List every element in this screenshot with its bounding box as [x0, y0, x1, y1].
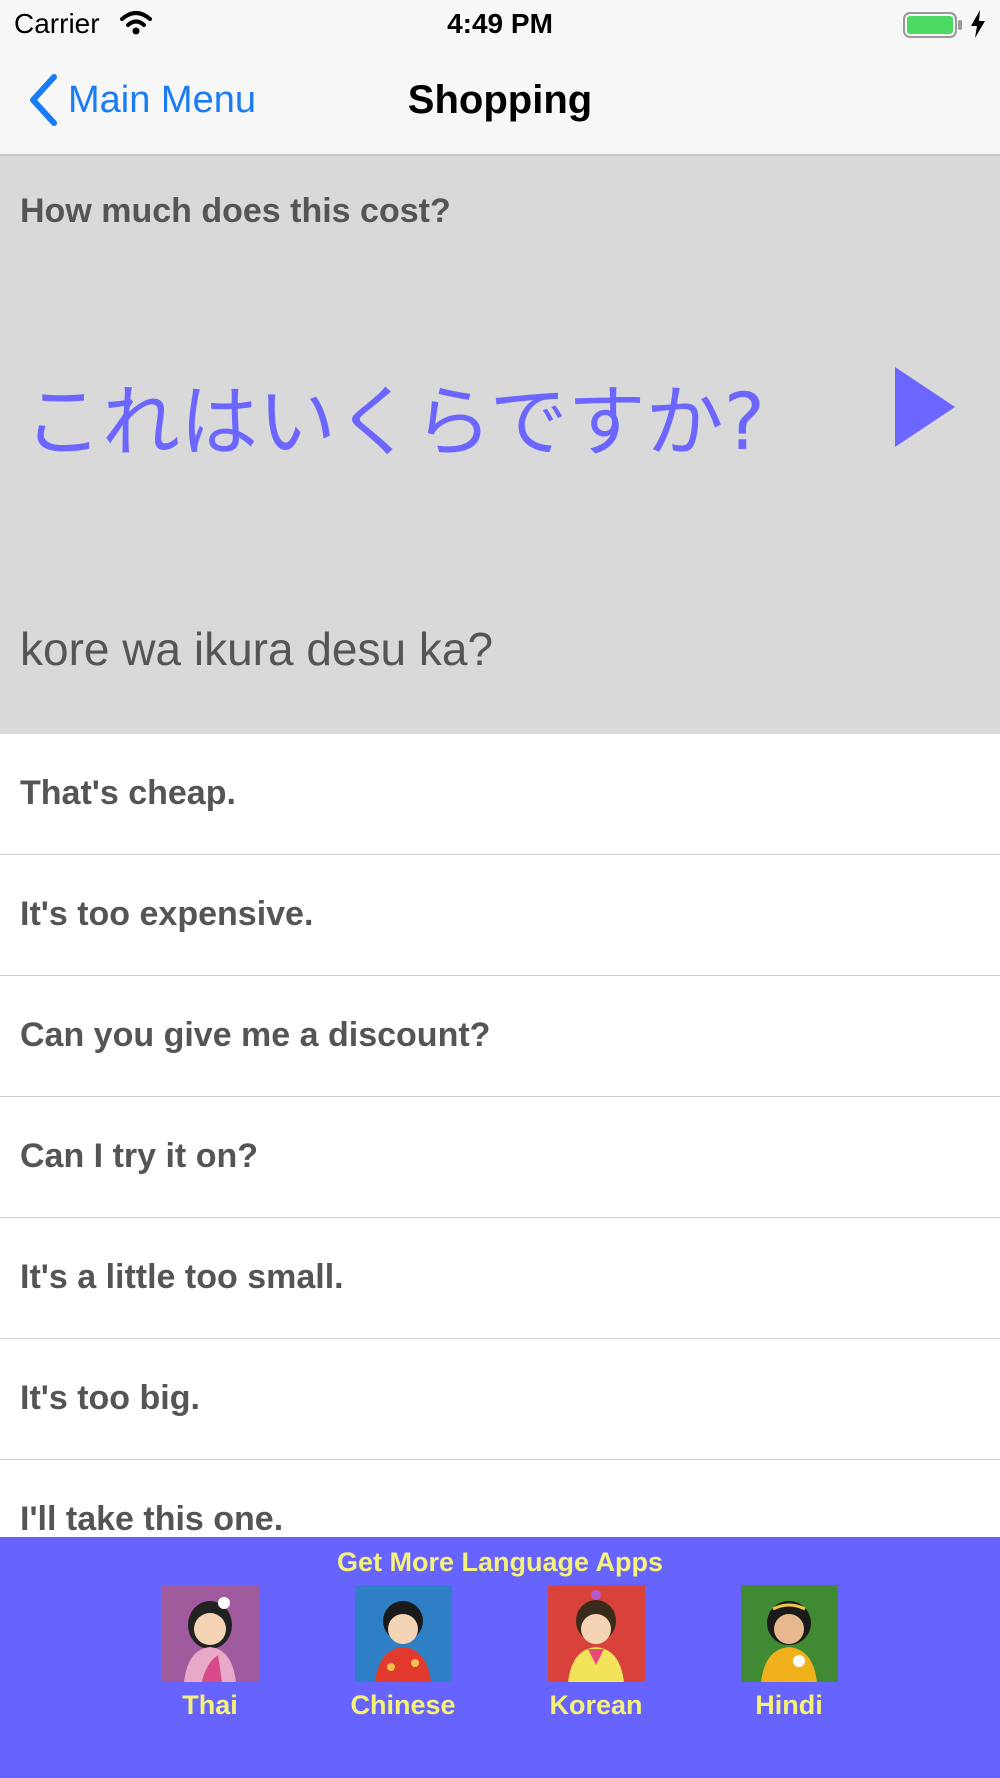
phrase-romanization: kore wa ikura desu ka?: [20, 623, 494, 675]
app-link-hindi[interactable]: Hindi: [724, 1585, 854, 1721]
list-item-label: It's too big.: [20, 1379, 200, 1417]
app-link-thai[interactable]: Thai: [145, 1585, 275, 1721]
app-label: Hindi: [755, 1690, 823, 1720]
battery-icon: [903, 12, 962, 38]
app-label: Thai: [182, 1690, 238, 1720]
chinese-girl-avatar-icon: [354, 1585, 452, 1682]
korean-girl-avatar-icon: [547, 1585, 645, 1682]
phrase-english: How much does this cost?: [20, 192, 451, 230]
list-item[interactable]: It's too expensive.: [0, 855, 1000, 976]
thai-girl-avatar-icon: [161, 1585, 259, 1682]
app-label: Korean: [549, 1690, 643, 1720]
charging-icon: [971, 10, 985, 38]
phrase-detail-panel: How much does this cost? これはいくらですか? kore…: [0, 156, 1000, 734]
list-item-label: Can you give me a discount?: [20, 1016, 491, 1054]
list-item-label: I'll take this one.: [20, 1500, 284, 1538]
phrase-native: これはいくらですか?: [24, 378, 766, 468]
app-link-chinese[interactable]: Chinese: [338, 1585, 468, 1721]
list-item[interactable]: Can you give me a discount?: [0, 976, 1000, 1097]
list-item-label: It's too expensive.: [20, 895, 314, 933]
list-item[interactable]: Can I try it on?: [0, 1097, 1000, 1218]
list-item-label: That's cheap.: [20, 774, 236, 812]
hindi-girl-avatar-icon: [740, 1585, 838, 1682]
page-title: Shopping: [407, 78, 593, 122]
promo-title: Get More Language Apps: [336, 1547, 664, 1577]
promo-banner: Get More Language Apps Thai Chinese Kore…: [0, 1537, 1000, 1778]
list-item[interactable]: It's too big.: [0, 1339, 1000, 1460]
list-item[interactable]: That's cheap.: [0, 734, 1000, 855]
app-link-korean[interactable]: Korean: [531, 1585, 661, 1721]
list-item[interactable]: It's a little too small.: [0, 1218, 1000, 1339]
list-item-label: It's a little too small.: [20, 1258, 344, 1296]
clock: 4:49 PM: [447, 8, 553, 39]
list-item-label: Can I try it on?: [20, 1137, 258, 1175]
status-bar: Carrier 4:49 PM: [0, 0, 1000, 50]
navigation-bar: Main Menu Shopping: [0, 50, 1000, 156]
play-icon[interactable]: [890, 362, 960, 452]
phrase-list: That's cheap. It's too expensive. Can yo…: [0, 734, 1000, 1581]
app-label: Chinese: [350, 1690, 456, 1720]
